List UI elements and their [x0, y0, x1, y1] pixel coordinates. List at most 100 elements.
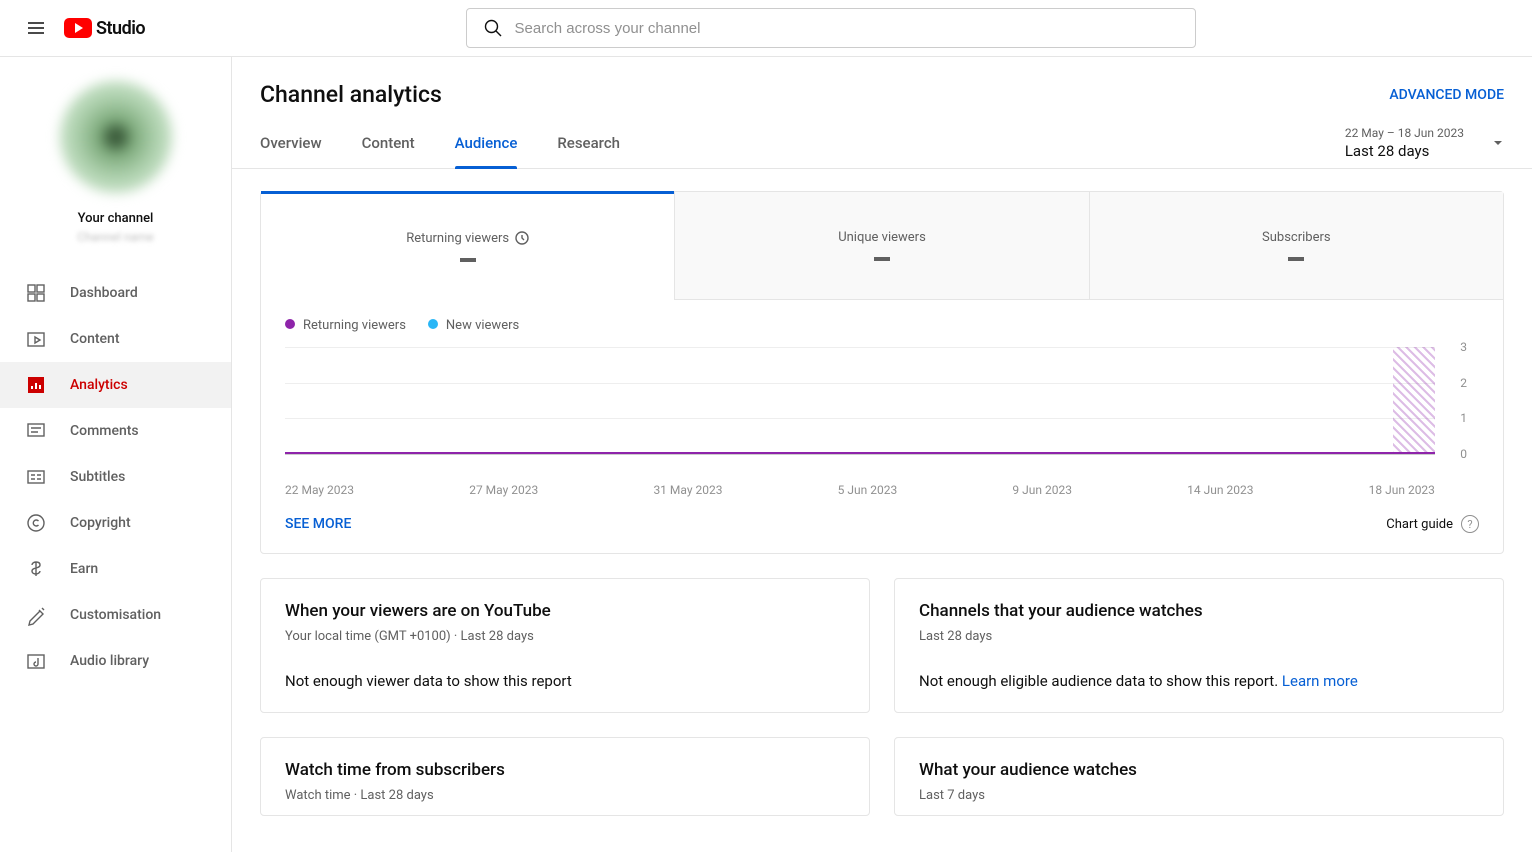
sidebar-item-audio-library[interactable]: Audio library [0, 638, 231, 684]
sidebar-item-label: Content [70, 331, 120, 347]
sidebar-item-label: Comments [70, 423, 139, 439]
sidebar-item-label: Copyright [70, 515, 131, 531]
card-sub: Last 28 days [919, 629, 1479, 644]
metric-tab-unique-viewers[interactable]: Unique viewers [674, 192, 1088, 300]
legend-label: Returning viewers [303, 318, 406, 333]
divider [232, 168, 1532, 169]
comments-icon [24, 419, 48, 443]
card-channels-audience-watches: Channels that your audience watches Last… [894, 578, 1504, 713]
your-channel-name: Channel name [77, 230, 154, 244]
learn-more-link[interactable]: Learn more [1282, 672, 1358, 690]
tabs: Overview Content Audience Research [260, 118, 620, 168]
sidebar-item-label: Earn [70, 561, 98, 577]
card-title: When your viewers are on YouTube [285, 601, 845, 621]
sidebar-item-content[interactable]: Content [0, 316, 231, 362]
chart-guide-link[interactable]: Chart guide ? [1386, 515, 1479, 533]
metric-tab-returning-viewers[interactable]: Returning viewers [261, 192, 674, 300]
chevron-down-icon [1492, 137, 1504, 149]
sidebar-item-copyright[interactable]: Copyright [0, 500, 231, 546]
metric-tab-value [460, 258, 476, 262]
date-range-text: 22 May – 18 Jun 2023 [1345, 126, 1464, 140]
tab-audience[interactable]: Audience [455, 118, 518, 168]
sidebar-item-label: Customisation [70, 607, 161, 623]
ytick: 0 [1447, 447, 1467, 461]
legend-item-new: New viewers [428, 318, 519, 333]
plot-area: 3 2 1 0 [285, 347, 1435, 455]
sidebar: Your channel Channel name Dashboard Cont… [0, 57, 232, 852]
metric-tab-title: Subscribers [1262, 230, 1331, 245]
series-line-returning [285, 452, 1435, 454]
page-title: Channel analytics [260, 81, 442, 108]
sidebar-item-subtitles[interactable]: Subtitles [0, 454, 231, 500]
search-box[interactable] [466, 8, 1196, 48]
card-body: Not enough eligible audience data to sho… [919, 672, 1479, 690]
search-input[interactable] [515, 20, 1179, 37]
search-wrap [145, 8, 1516, 48]
sidebar-item-dashboard[interactable]: Dashboard [0, 270, 231, 316]
date-range-label: Last 28 days [1345, 142, 1464, 160]
ytick: 1 [1447, 411, 1467, 425]
ytick: 3 [1447, 340, 1467, 354]
youtube-icon [64, 18, 92, 38]
analytics-icon [24, 373, 48, 397]
x-axis-ticks: 22 May 2023 27 May 2023 31 May 2023 5 Ju… [285, 483, 1435, 497]
tabs-and-date-row: Overview Content Audience Research 22 Ma… [260, 118, 1504, 168]
audio-library-icon [24, 649, 48, 673]
metric-tab-value [1288, 257, 1304, 261]
xtick: 22 May 2023 [285, 483, 354, 497]
xtick: 5 Jun 2023 [838, 483, 898, 497]
metric-tab-subscribers[interactable]: Subscribers [1089, 192, 1503, 300]
metric-tabs: Returning viewers Unique viewers Subscri… [261, 192, 1503, 300]
logo-text: Studio [96, 18, 145, 39]
metric-tab-title: Returning viewers [406, 231, 509, 246]
card-sub: Your local time (GMT +0100) · Last 28 da… [285, 629, 845, 644]
tab-research[interactable]: Research [557, 118, 620, 168]
titlebar: Channel analytics ADVANCED MODE [260, 81, 1504, 108]
date-range-picker[interactable]: 22 May – 18 Jun 2023 Last 28 days [1345, 126, 1504, 168]
sidebar-item-label: Dashboard [70, 285, 138, 301]
card-sub: Watch time · Last 28 days [285, 788, 845, 803]
sidebar-item-comments[interactable]: Comments [0, 408, 231, 454]
logo[interactable]: Studio [64, 18, 145, 39]
tab-content[interactable]: Content [362, 118, 415, 168]
your-channel-label: Your channel [78, 211, 154, 226]
chart-plot[interactable]: 3 2 1 0 [285, 347, 1479, 477]
tab-overview[interactable]: Overview [260, 118, 322, 168]
xtick: 9 Jun 2023 [1012, 483, 1072, 497]
clock-icon [515, 231, 529, 245]
legend-label: New viewers [446, 318, 519, 333]
menu-button[interactable] [16, 8, 56, 48]
sidebar-item-label: Analytics [70, 377, 128, 393]
card-body: Not enough viewer data to show this repo… [285, 672, 845, 690]
legend-dot-icon [285, 319, 295, 329]
card-title: Channels that your audience watches [919, 601, 1479, 621]
card-watch-time-subscribers: Watch time from subscribers Watch time ·… [260, 737, 870, 816]
sidebar-item-label: Subtitles [70, 469, 125, 485]
content-icon [24, 327, 48, 351]
dashboard-icon [24, 281, 48, 305]
chart-card: Returning viewers Unique viewers Subscri… [260, 191, 1504, 554]
card-body-text: Not enough eligible audience data to sho… [919, 672, 1282, 690]
topbar: Studio [0, 0, 1532, 57]
avatar[interactable] [60, 81, 172, 193]
sidebar-item-earn[interactable]: Earn [0, 546, 231, 592]
card-title: Watch time from subscribers [285, 760, 845, 780]
copyright-icon [24, 511, 48, 535]
card-viewers-on-youtube: When your viewers are on YouTube Your lo… [260, 578, 870, 713]
advanced-mode-link[interactable]: ADVANCED MODE [1389, 87, 1504, 103]
sidebar-item-label: Audio library [70, 653, 149, 669]
sidebar-item-customisation[interactable]: Customisation [0, 592, 231, 638]
main: Channel analytics ADVANCED MODE Overview… [232, 57, 1532, 852]
sidebar-item-analytics[interactable]: Analytics [0, 362, 231, 408]
channel-header: Your channel Channel name [0, 57, 231, 260]
card-title: What your audience watches [919, 760, 1479, 780]
future-region-hatch [1393, 347, 1435, 454]
chart-footer: SEE MORE Chart guide ? [261, 497, 1503, 553]
see-more-link[interactable]: SEE MORE [285, 516, 351, 532]
xtick: 31 May 2023 [653, 483, 722, 497]
earn-icon [24, 557, 48, 581]
legend-item-returning: Returning viewers [285, 318, 406, 333]
subtitles-icon [24, 465, 48, 489]
card-audience-watches: What your audience watches Last 7 days [894, 737, 1504, 816]
xtick: 18 Jun 2023 [1369, 483, 1435, 497]
